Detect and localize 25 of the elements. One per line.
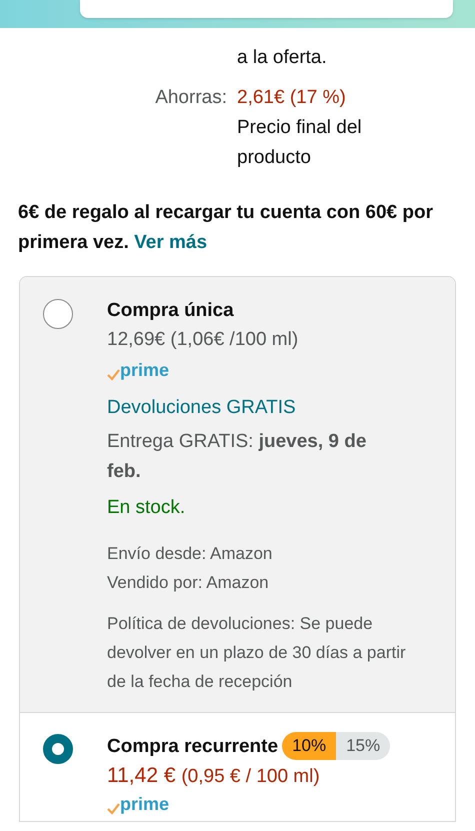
prime-label: prime <box>120 359 170 381</box>
search-field[interactable] <box>80 0 453 18</box>
option-title: Compra única <box>107 299 235 323</box>
prime-label: prime <box>120 793 170 815</box>
radio-button[interactable] <box>43 299 73 329</box>
check-icon <box>107 369 120 381</box>
check-icon <box>107 803 120 815</box>
see-more-link[interactable]: Ver más <box>134 232 208 253</box>
promo-text: 6€ de regalo al recargar tu cuenta con 60€ por primera vez. Ver más <box>18 201 434 255</box>
return-policy-text: Política de devoluciones: Se puede devolver en un plazo de 30 días a partir de la fecha de recepción <box>107 613 407 693</box>
returns-text: Devoluciones GRATIS <box>107 396 297 420</box>
discount-tier[interactable]: 10% <box>282 732 336 760</box>
option-price: 11,42 € (0,95 € / 100 ml) <box>107 763 321 789</box>
option-price: 12,69€ (1,06€ /100 ml) <box>107 328 300 352</box>
offer-note-text: a la oferta. <box>237 46 328 70</box>
stock-text: En stock. <box>107 496 186 520</box>
savings-value: 2,61€ (17 %) <box>237 86 347 110</box>
price-note: Precio final del producto <box>237 116 363 170</box>
discount-tier[interactable]: 15% <box>336 732 390 760</box>
radio-button[interactable] <box>43 734 73 764</box>
ships-from-text: Envío desde: Amazon <box>107 543 274 565</box>
sold-by-text: Vendido por: Amazon <box>107 572 270 594</box>
delivery-text: Entrega GRATIS: jueves, 9 de feb. <box>107 430 368 484</box>
option-title: Compra recurrente <box>107 734 278 758</box>
savings-label: Ahorras: <box>154 86 227 110</box>
